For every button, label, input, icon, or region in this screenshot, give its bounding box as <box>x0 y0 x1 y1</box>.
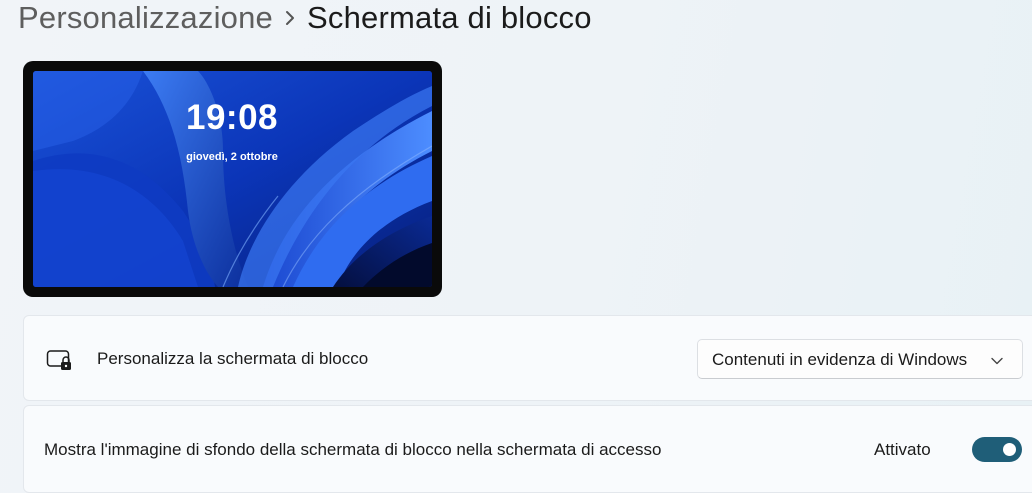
breadcrumb: Personalizzazione Schermata di blocco <box>18 0 592 40</box>
chevron-down-icon <box>990 353 1004 371</box>
breadcrumb-parent-personalization[interactable]: Personalizzazione <box>18 0 273 36</box>
chevron-right-icon <box>273 10 307 26</box>
personalize-lock-screen-row: Personalizza la schermata di blocco Cont… <box>23 315 1032 401</box>
dropdown-selected-value: Contenuti in evidenza di Windows <box>712 350 968 369</box>
show-background-on-signin-label: Mostra l'immagine di sfondo della scherm… <box>44 440 662 459</box>
lock-screen-icon <box>46 348 74 377</box>
lock-screen-preview-image: 19:08 giovedì, 2 ottobre <box>33 71 432 287</box>
lock-screen-preview: 19:08 giovedì, 2 ottobre <box>23 61 442 297</box>
page-title: Schermata di blocco <box>307 0 592 35</box>
lock-screen-content-dropdown[interactable]: Contenuti in evidenza di Windows <box>697 339 1023 379</box>
show-background-on-signin-row: Mostra l'immagine di sfondo della scherm… <box>23 405 1032 493</box>
personalize-lock-screen-label: Personalizza la schermata di blocco <box>97 349 369 368</box>
toggle-state-label: Attivato <box>874 440 931 459</box>
show-background-toggle[interactable] <box>972 437 1022 462</box>
lock-screen-date: giovedì, 2 ottobre <box>186 151 278 163</box>
toggle-knob <box>1003 443 1016 456</box>
lock-screen-clock: 19:08 <box>185 98 279 137</box>
